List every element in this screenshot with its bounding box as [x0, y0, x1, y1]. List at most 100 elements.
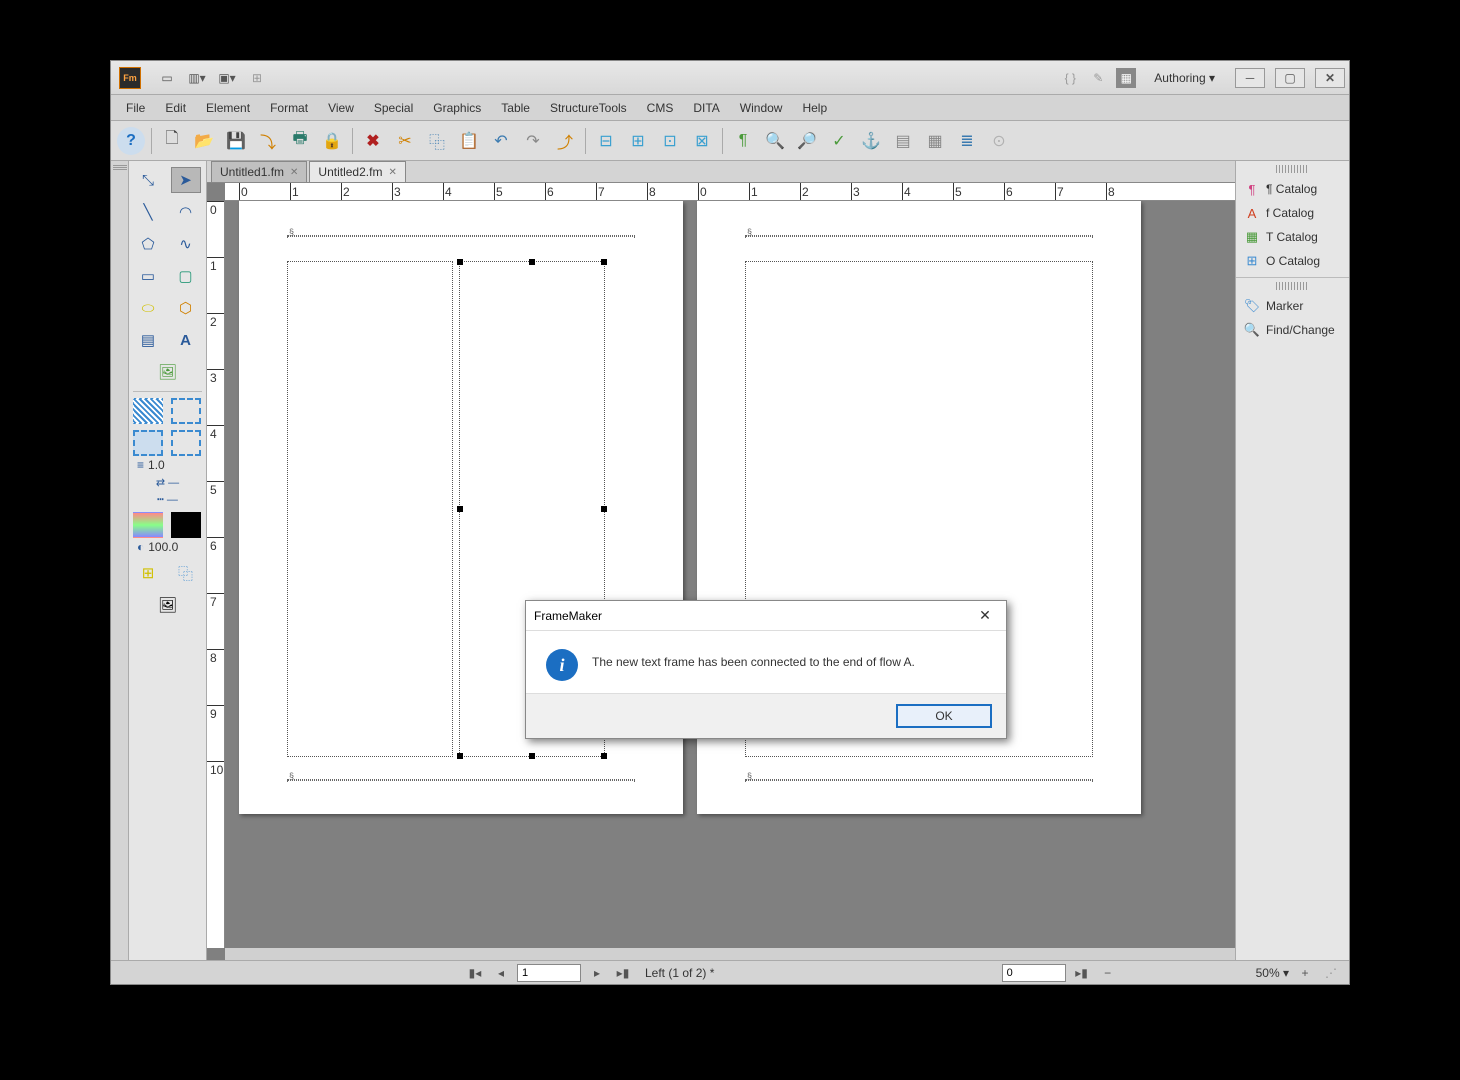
polygon-tool[interactable]: ⬡ [171, 295, 201, 321]
menu-edit[interactable]: Edit [156, 98, 195, 118]
next-page-button[interactable]: ▸ [587, 964, 607, 982]
braces-icon[interactable]: { } [1060, 68, 1080, 88]
screen-mode-icon[interactable]: ▣▾ [217, 68, 237, 88]
redo-icon[interactable]: ↷ [519, 127, 547, 155]
menu-cms[interactable]: CMS [638, 98, 683, 118]
find-next-icon[interactable]: 🔎 [793, 127, 821, 155]
text-tool[interactable]: A [171, 327, 201, 353]
copy-icon[interactable]: ⿻ [423, 127, 451, 155]
opacity-row[interactable]: ◐100.0 [133, 538, 202, 556]
fill-none-icon[interactable] [171, 398, 201, 424]
fill-hatch-icon[interactable] [133, 398, 163, 424]
zoom-dropdown[interactable]: 50% ▾ [1256, 966, 1289, 980]
panel-char-catalog[interactable]: Af Catalog [1236, 201, 1349, 225]
menu-window[interactable]: Window [731, 98, 792, 118]
panel-find-change[interactable]: 🔍Find/Change [1236, 318, 1349, 342]
menu-special[interactable]: Special [365, 98, 422, 118]
structure-icon[interactable]: ⊞ [247, 68, 267, 88]
lock-icon[interactable]: 🔒 [318, 127, 346, 155]
layout-icon[interactable]: ▥▾ [187, 68, 207, 88]
maximize-button[interactable]: ▢ [1275, 68, 1305, 88]
menu-table[interactable]: Table [492, 98, 539, 118]
delete-icon[interactable]: ✖ [359, 127, 387, 155]
menu-view[interactable]: View [319, 98, 363, 118]
close-button[interactable]: ✕ [1315, 68, 1345, 88]
wand-icon[interactable]: ✎ [1088, 68, 1108, 88]
oval-tool[interactable]: ⬭ [133, 295, 163, 321]
tab-close-icon[interactable]: ✕ [388, 167, 396, 178]
panel-marker[interactable]: 🏷Marker [1236, 294, 1349, 318]
overprint-icon[interactable]: ⊞ [133, 560, 163, 586]
line-style-icon[interactable]: ┅ — [133, 491, 202, 508]
char-format-icon[interactable]: ⊙ [985, 127, 1013, 155]
freehand-tool[interactable]: ∿ [171, 231, 201, 257]
resize-grip-icon[interactable]: ⋰ [1321, 964, 1341, 982]
undo-icon[interactable]: ↶ [487, 127, 515, 155]
ok-button[interactable]: OK [896, 704, 992, 728]
zoom-in-button[interactable]: + [1295, 964, 1315, 982]
rounded-rect-tool[interactable]: ▢ [171, 263, 201, 289]
tab-untitled2[interactable]: Untitled2.fm✕ [309, 161, 405, 182]
color-black-icon[interactable] [171, 512, 201, 538]
mode-dropdown[interactable]: Authoring ▾ [1144, 67, 1225, 89]
line-input[interactable] [1002, 964, 1066, 982]
line-tool[interactable]: ╲ [133, 199, 163, 225]
table-icon[interactable]: ▦ [921, 127, 949, 155]
minimize-button[interactable]: ─ [1235, 68, 1265, 88]
anchor-icon[interactable]: ⚓ [857, 127, 885, 155]
panel-table-catalog[interactable]: ▦T Catalog [1236, 225, 1349, 249]
arc-tool[interactable]: ◠ [171, 199, 201, 225]
dialog-close-button[interactable]: ✕ [972, 603, 998, 629]
hotspot-icon[interactable]: 🖼 [153, 592, 183, 618]
menu-format[interactable]: Format [261, 98, 317, 118]
cut-icon[interactable]: ✂ [391, 127, 419, 155]
menu-graphics[interactable]: Graphics [424, 98, 490, 118]
color-gradient-icon[interactable] [133, 512, 163, 538]
group-icon[interactable]: ⿻ [171, 560, 201, 586]
smart-select-tool[interactable]: ⤡ [133, 167, 163, 193]
export-icon[interactable]: ⤴ [551, 127, 579, 155]
menu-help[interactable]: Help [793, 98, 836, 118]
pen-hatch-icon[interactable] [133, 430, 163, 456]
paste-icon[interactable]: 📋 [455, 127, 483, 155]
import-icon[interactable]: ⤵ [254, 127, 282, 155]
find-icon[interactable]: 🔍 [761, 127, 789, 155]
element-catalog-icon[interactable]: ⊟ [592, 127, 620, 155]
menu-structuretools[interactable]: StructureTools [541, 98, 636, 118]
help-icon[interactable]: ? [117, 127, 145, 155]
spellcheck-icon[interactable]: ✓ [825, 127, 853, 155]
text-frame-icon[interactable]: ▤ [889, 127, 917, 155]
polyline-tool[interactable]: ⬠ [133, 231, 163, 257]
select-tool[interactable]: ➤ [171, 167, 201, 193]
image-tool[interactable]: 🖼 [153, 359, 183, 385]
tab-untitled1[interactable]: Untitled1.fm✕ [211, 161, 307, 182]
paragraph-format-icon[interactable]: ≣ [953, 127, 981, 155]
attributes-icon[interactable]: ⊞ [624, 127, 652, 155]
line-width-row[interactable]: ≡1.0 [133, 456, 202, 474]
save-icon[interactable]: 💾 [222, 127, 250, 155]
canvas[interactable]: § § § § [225, 201, 1235, 948]
new-icon[interactable]: 🗋 [158, 127, 186, 155]
goto-button[interactable]: ▸▮ [1072, 964, 1092, 982]
workspace-switcher-icon[interactable]: ▭ [157, 68, 177, 88]
last-page-button[interactable]: ▸▮ [613, 964, 633, 982]
prev-page-button[interactable]: ◂ [491, 964, 511, 982]
view-toggle-icon[interactable]: ▦ [1116, 68, 1136, 88]
menu-file[interactable]: File [117, 98, 154, 118]
panel-para-catalog[interactable]: ¶¶ Catalog [1236, 177, 1349, 201]
line-ends-icon[interactable]: ⇄ — [133, 474, 202, 491]
menu-dita[interactable]: DITA [684, 98, 728, 118]
first-page-button[interactable]: ▮◂ [465, 964, 485, 982]
print-icon[interactable]: 🖶 [286, 127, 314, 155]
pen-none-icon[interactable] [171, 430, 201, 456]
panel-object-catalog[interactable]: ⊞O Catalog [1236, 249, 1349, 273]
tree-icon[interactable]: ⊡ [656, 127, 684, 155]
rectangle-tool[interactable]: ▭ [133, 263, 163, 289]
pilcrow-icon[interactable]: ¶ [729, 127, 757, 155]
zoom-out-button[interactable]: − [1098, 964, 1118, 982]
structure-view-icon[interactable]: ⊠ [688, 127, 716, 155]
tab-close-icon[interactable]: ✕ [290, 167, 298, 178]
menu-element[interactable]: Element [197, 98, 259, 118]
page-number-input[interactable] [517, 964, 581, 982]
horizontal-scrollbar[interactable] [225, 948, 1235, 960]
